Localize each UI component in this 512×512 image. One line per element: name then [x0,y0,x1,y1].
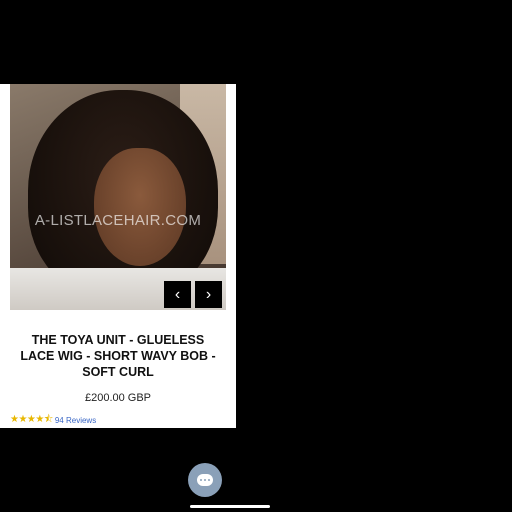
chevron-left-icon: ‹ [174,285,181,303]
reviews-link[interactable]: 94 Reviews [55,416,96,425]
chat-button[interactable] [188,463,222,497]
product-title[interactable]: THE TOYA UNIT - GLUELESS LACE WIG - SHOR… [14,332,222,380]
home-indicator[interactable] [190,505,270,508]
image-watermark: A-LISTLACEHAIR.COM [34,212,202,229]
chat-bubble-icon [197,474,213,486]
carousel-prev-button[interactable]: ‹ [164,281,191,308]
product-price: £200.00 GBP [84,392,152,404]
carousel-next-button[interactable]: › [195,281,222,308]
shirt-shape [10,268,226,310]
rating-row[interactable]: ★★★★⯪ 94 Reviews [10,412,96,429]
face-shape [94,148,186,266]
product-image[interactable]: A-LISTLACEHAIR.COM [10,84,226,310]
chevron-right-icon: › [205,285,212,303]
star-rating-icon: ★★★★⯪ [10,414,53,425]
product-card: A-LISTLACEHAIR.COM ‹ › THE TOYA UNIT - G… [0,84,236,497]
